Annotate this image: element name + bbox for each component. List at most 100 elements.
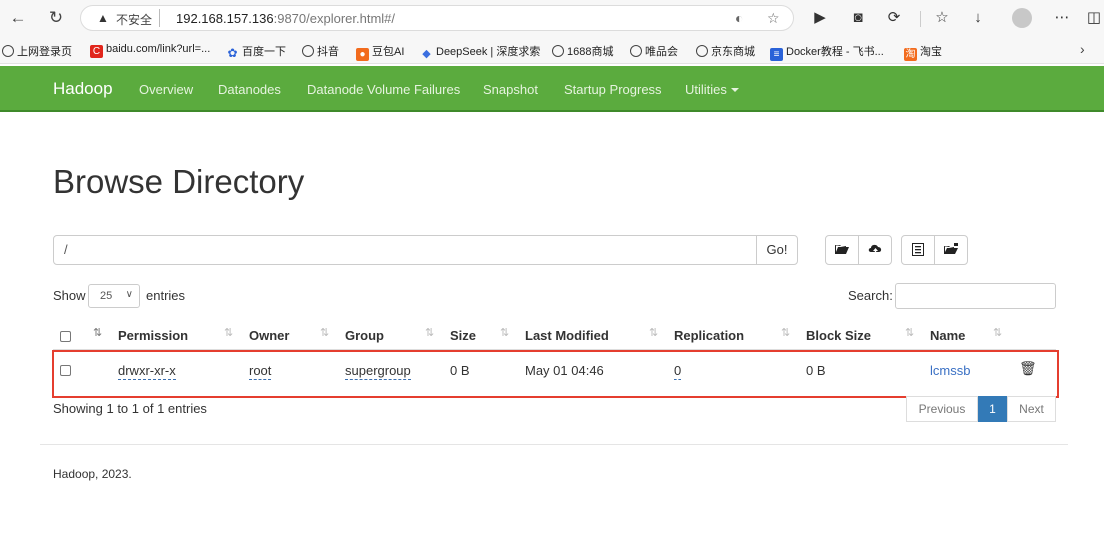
folder-open-icon <box>835 245 849 254</box>
column-header-permission[interactable]: Permission <box>118 328 188 343</box>
sort-icon[interactable]: ⇅ <box>320 326 329 339</box>
column-header-group[interactable]: Group <box>345 328 384 343</box>
footer-text: Hadoop, 2023. <box>53 467 132 481</box>
hadoop-navbar: Hadoop Overview Datanodes Datanode Volum… <box>0 66 1104 112</box>
entries-label: entries <box>146 288 186 303</box>
more-menu-icon[interactable]: ⋯ <box>1052 8 1072 28</box>
bookmark-item[interactable]: ✿ 百度一下 <box>226 43 286 60</box>
create-directory-button[interactable] <box>825 235 859 265</box>
bookmark-item[interactable]: Cbaidu.com/link?url=... <box>90 43 210 58</box>
back-icon[interactable]: ← <box>6 6 30 30</box>
globe-icon <box>302 45 314 57</box>
search-input[interactable] <box>895 283 1056 309</box>
sort-icon[interactable]: ⇅ <box>649 326 658 339</box>
sort-icon[interactable]: ⇅ <box>781 326 790 339</box>
url-host: 192.168.157.136 <box>176 11 274 26</box>
doubao-icon: ● <box>356 48 369 61</box>
bookmark-item[interactable]: 1688商城 <box>552 43 613 59</box>
nav-startup-progress[interactable]: Startup Progress <box>564 82 662 97</box>
sort-icon[interactable]: ⇅ <box>500 326 509 339</box>
sort-icon[interactable]: ⇅ <box>905 326 914 339</box>
bookmark-label: Docker教程 - 飞书... <box>786 46 884 58</box>
bookmark-item[interactable]: 京东商城 <box>696 43 755 59</box>
column-header-replication[interactable]: Replication <box>674 328 744 343</box>
bookmark-label: 1688商城 <box>567 46 614 58</box>
directory-path-input[interactable]: / <box>53 235 757 265</box>
column-header-size[interactable]: Size <box>450 328 476 343</box>
column-header-last-modified[interactable]: Last Modified <box>525 328 609 343</box>
navbar-brand[interactable]: Hadoop <box>53 79 113 99</box>
sort-icon[interactable]: ⇅ <box>93 326 102 339</box>
deepseek-icon: ◆ <box>422 48 431 60</box>
sort-icon[interactable]: ⇅ <box>993 326 1002 339</box>
bookmarks-bar: 上网登录页 Cbaidu.com/link?url=... ✿ 百度一下 抖音 ●… <box>0 36 1104 64</box>
go-button[interactable]: Go! <box>756 235 798 265</box>
favorites-icon[interactable]: ☆ <box>932 8 952 28</box>
bookmark-item[interactable]: ≡ Docker教程 - 飞书... <box>770 43 884 61</box>
bookmark-item[interactable]: ◆ DeepSeek | 深度求索 <box>420 43 540 61</box>
nav-snapshot[interactable]: Snapshot <box>483 82 538 97</box>
bookmark-label: 京东商城 <box>711 46 755 58</box>
sort-icon[interactable]: ⇅ <box>224 326 233 339</box>
search-label: Search: <box>848 288 893 303</box>
copilot-icon[interactable]: ⟳ <box>884 8 904 28</box>
nav-utilities-label: Utilities <box>685 82 727 97</box>
reload-icon[interactable]: ↻ <box>44 6 68 30</box>
bookmark-label: 豆包AI <box>372 46 405 58</box>
globe-icon <box>2 45 14 57</box>
bookmark-item[interactable]: ● 豆包AI <box>356 43 404 61</box>
url-text[interactable]: 192.168.157.136:9870/explorer.html#/ <box>176 11 395 26</box>
cloud-upload-icon <box>868 244 881 255</box>
url-path: :9870/explorer.html#/ <box>273 11 396 26</box>
nav-datanode-volume-failures[interactable]: Datanode Volume Failures <box>307 82 460 97</box>
caret-down-icon <box>730 88 739 92</box>
globe-icon <box>552 45 564 57</box>
bookmark-label: DeepSeek | 深度求索 <box>436 46 541 58</box>
bookmark-item[interactable]: 唯品会 <box>630 43 678 59</box>
column-header-block-size[interactable]: Block Size <box>806 328 871 343</box>
show-label: Show <box>53 288 86 303</box>
address-bar[interactable]: ▲ 不安全 192.168.157.136:9870/explorer.html… <box>80 5 794 31</box>
select-all-checkbox[interactable] <box>60 331 71 342</box>
column-header-owner[interactable]: Owner <box>249 328 289 343</box>
feishu-doc-icon: ≡ <box>770 48 783 61</box>
baidu-paw-icon: ✿ <box>227 46 238 60</box>
translate-icon[interactable]: ◐ <box>735 10 743 26</box>
bookmark-item[interactable]: 抖音 <box>302 43 339 59</box>
profile-avatar[interactable] <box>1012 8 1032 28</box>
list-alt-icon <box>912 243 924 256</box>
cut-button[interactable] <box>901 235 935 265</box>
upload-files-button[interactable] <box>858 235 892 265</box>
nav-utilities-dropdown[interactable]: Utilities <box>685 82 739 97</box>
bookmarks-overflow-icon[interactable]: › <box>1080 41 1085 57</box>
pagination-page-1[interactable]: 1 <box>978 396 1007 422</box>
extension-icon[interactable]: ◙ <box>848 8 868 28</box>
nav-datanodes[interactable]: Datanodes <box>218 82 281 97</box>
row-highlight-box <box>52 350 1059 398</box>
column-header-name[interactable]: Name <box>930 328 965 343</box>
favorite-star-icon[interactable]: ☆ <box>767 10 780 27</box>
footer-divider <box>40 444 1068 445</box>
entries-value: 25 <box>100 290 113 302</box>
entries-per-page-select[interactable]: 25 ∨ <box>88 284 140 308</box>
pagination-next[interactable]: Next <box>1007 396 1056 422</box>
sidebar-icon[interactable]: ◫ <box>1084 8 1104 28</box>
bookmark-item[interactable]: 淘淘宝 <box>904 43 942 61</box>
media-play-icon[interactable]: ▶ <box>810 8 830 28</box>
taobao-icon: 淘 <box>904 48 917 61</box>
globe-icon <box>630 45 642 57</box>
pagination-previous[interactable]: Previous <box>906 396 978 422</box>
globe-icon <box>696 45 708 57</box>
security-label: 不安全 <box>116 13 153 27</box>
toolbar-divider <box>920 11 921 27</box>
baidu-icon: C <box>90 45 103 58</box>
nav-overview[interactable]: Overview <box>139 82 193 97</box>
download-icon[interactable]: ↓ <box>968 8 988 28</box>
paste-button[interactable] <box>934 235 968 265</box>
page-title: Browse Directory <box>53 163 305 200</box>
bookmark-item[interactable]: 上网登录页 <box>2 43 72 59</box>
bookmark-label: baidu.com/link?url=... <box>106 43 211 55</box>
chevron-down-icon: ∨ <box>125 289 133 300</box>
sort-icon[interactable]: ⇅ <box>425 326 434 339</box>
warning-icon: ▲ <box>97 11 109 25</box>
